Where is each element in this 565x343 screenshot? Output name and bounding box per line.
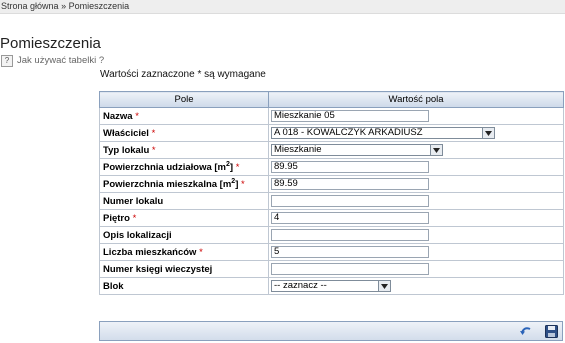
breadcrumb-current: Pomieszczenia — [68, 1, 130, 11]
opis-lokalizacji-input[interactable] — [271, 229, 429, 241]
form-row-liczba-mieszkancow: Liczba mieszkańców * 5 — [99, 243, 564, 261]
back-arrow-icon[interactable] — [519, 325, 532, 338]
field-label: Liczba mieszkańców * — [99, 243, 269, 261]
field-label: Typ lokalu * — [99, 141, 269, 159]
field-label: Piętro * — [99, 209, 269, 227]
form-row-nazwa: Nazwa * Mieszkanie 05 — [99, 107, 564, 125]
form-row-wlasciciel: Właściciel * A 018 - KOWALCZYK ARKADIUSZ — [99, 124, 564, 142]
pow-mieszkalna-input[interactable]: 89.59 — [271, 178, 429, 190]
typ-lokalu-select[interactable]: Mieszkanie — [271, 144, 443, 156]
breadcrumb-separator: » — [61, 1, 67, 11]
form-row-ksiega-wieczysta: Numer księgi wieczystej — [99, 260, 564, 278]
pow-udzialowa-input[interactable]: 89.95 — [271, 161, 429, 173]
form-row-pow-udzialowa: Powierzchnia udziałowa [m2] * 89.95 — [99, 158, 564, 176]
required-marker: * — [132, 212, 137, 224]
field-label: Numer księgi wieczystej — [99, 260, 269, 278]
form-row-blok: Blok -- zaznacz -- — [99, 277, 564, 295]
required-marker: * — [235, 161, 240, 173]
ksiega-wieczysta-input[interactable] — [271, 263, 429, 275]
form-row-numer-lokalu: Numer lokalu — [99, 192, 564, 210]
form-row-pow-mieszkalna: Powierzchnia mieszkalna [m2] * 89.59 — [99, 175, 564, 193]
required-marker: * — [151, 144, 156, 156]
pietro-input[interactable]: 4 — [271, 212, 429, 224]
required-marker: * — [151, 127, 156, 139]
column-header-field: Pole — [99, 91, 269, 108]
required-marker: * — [199, 246, 203, 258]
form-row-typ-lokalu: Typ lokalu * Mieszkanie — [99, 141, 564, 159]
breadcrumb: Strona główna » Pomieszczenia — [0, 1, 129, 11]
save-disk-icon[interactable] — [545, 325, 558, 338]
field-label: Opis lokalizacji — [99, 226, 269, 244]
chevron-down-icon[interactable] — [482, 128, 494, 138]
field-label: Numer lokalu — [99, 192, 269, 210]
help-link-label[interactable]: Jak używać tabelki ? — [17, 55, 104, 66]
blok-select-value: -- zaznacz -- — [274, 281, 327, 291]
chevron-down-icon[interactable] — [430, 145, 442, 155]
typ-lokalu-select-value: Mieszkanie — [274, 145, 322, 155]
required-marker: * — [135, 110, 139, 122]
nazwa-input[interactable]: Mieszkanie 05 — [271, 110, 429, 122]
field-label: Nazwa * — [99, 107, 269, 125]
required-marker: * — [241, 178, 245, 190]
top-bar: Strona główna » Pomieszczenia — [0, 0, 565, 14]
chevron-down-icon[interactable] — [378, 281, 390, 291]
page-title: Pomieszczenia — [0, 35, 101, 52]
record-form-table: Pole Wartość pola Nazwa * Mieszkanie 05 … — [99, 91, 564, 295]
field-label: Blok — [99, 277, 269, 295]
form-row-pietro: Piętro * 4 — [99, 209, 564, 227]
wlasciciel-select-value: A 018 - KOWALCZYK ARKADIUSZ — [274, 128, 423, 138]
column-header-value: Wartość pola — [268, 91, 564, 108]
form-footer-bar — [99, 321, 563, 341]
wlasciciel-select[interactable]: A 018 - KOWALCZYK ARKADIUSZ — [271, 127, 495, 139]
numer-lokalu-input[interactable] — [271, 195, 429, 207]
blok-select[interactable]: -- zaznacz -- — [271, 280, 391, 292]
field-label: Właściciel * — [99, 124, 269, 142]
form-row-opis-lokalizacji: Opis lokalizacji — [99, 226, 564, 244]
help-icon: ? — [1, 54, 13, 67]
field-label: Powierzchnia mieszkalna [m2] * — [99, 175, 269, 193]
field-label: Powierzchnia udziałowa [m2] * — [99, 158, 269, 176]
required-note: Wartości zaznaczone * są wymagane — [100, 69, 266, 80]
liczba-mieszkancow-input[interactable]: 5 — [271, 246, 429, 258]
table-header-row: Pole Wartość pola — [99, 91, 564, 108]
breadcrumb-home-link[interactable]: Strona główna — [1, 1, 59, 11]
help-link[interactable]: ? Jak używać tabelki ? — [1, 54, 104, 67]
